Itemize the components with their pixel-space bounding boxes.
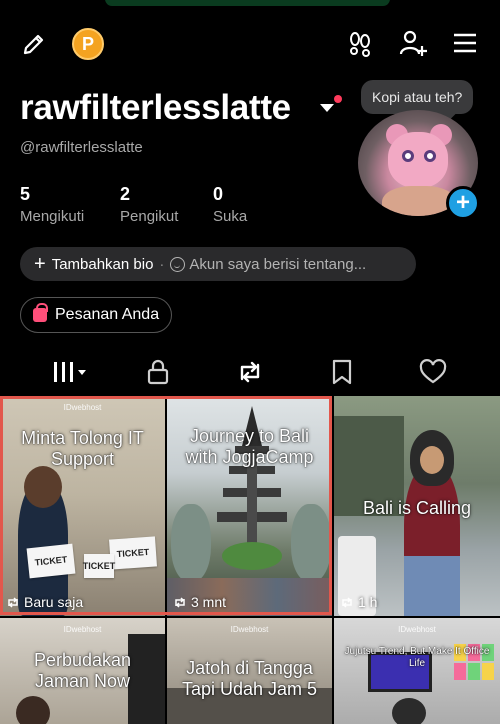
video-views: 1 h — [340, 594, 377, 610]
stat-likes-value: 0 — [213, 184, 224, 204]
brand-logo: IDwebhost — [230, 625, 269, 634]
note-text: Kopi atau teh? — [372, 89, 463, 105]
video-caption: Minta Tolong IT Support — [21, 428, 144, 469]
video-views-label: 1 h — [358, 594, 378, 610]
ticket-sign: TICKET — [83, 554, 115, 578]
video-caption: Journey to Bali with JogjaCamp — [185, 426, 314, 467]
repost-icon — [342, 596, 352, 608]
stat-following-label: Mengikuti — [20, 208, 85, 225]
tab-videos[interactable] — [40, 352, 96, 392]
stat-following[interactable]: 5 Mengikuti — [20, 184, 84, 225]
bio-placeholder: Akun saya berisi tentang... — [189, 255, 367, 273]
username: rawfilterlesslatte — [20, 88, 291, 127]
bookmark-icon — [332, 359, 352, 385]
repost-icon — [175, 596, 185, 608]
video-tile[interactable]: IDwebhost TICKET TICKET TICKET Minta Tol… — [0, 396, 165, 616]
video-caption: Jujutsu Trend, But Make It Office Life — [344, 646, 490, 669]
footprints-icon[interactable] — [345, 29, 375, 59]
add-story-button[interactable]: + — [446, 186, 480, 220]
video-tile[interactable]: Bali is Calling 1 h — [334, 396, 500, 616]
brand-logo: IDwebhost — [63, 625, 102, 634]
add-bio-button[interactable]: + Tambahkan bio · Akun saya berisi tenta… — [20, 247, 416, 281]
video-caption: Jatoh di Tangga Tapi Udah Jam 5 — [181, 658, 318, 699]
points-badge-label: P — [81, 33, 94, 54]
video-tile[interactable]: IDwebhost Jatoh di Tangga Tapi Udah Jam … — [167, 618, 332, 724]
plus-icon: + — [34, 253, 46, 275]
video-views-label: Baru saja — [24, 594, 84, 610]
video-views: Baru saja — [6, 594, 83, 610]
tab-reposts[interactable] — [230, 352, 270, 392]
plus-icon: + — [455, 189, 470, 216]
notification-dot — [334, 95, 342, 103]
video-tile[interactable]: IDwebhost Jujutsu Trend, But Make It Off… — [334, 618, 500, 724]
ticket-sign: TICKET — [26, 543, 76, 579]
stat-following-value: 5 — [20, 184, 31, 204]
repost-icon — [240, 361, 260, 383]
video-views-label: 3 mnt — [191, 594, 227, 610]
ticket-sign: TICKET — [109, 536, 157, 570]
menu-icon[interactable] — [452, 31, 478, 55]
tab-saved[interactable] — [322, 352, 362, 392]
account-switch-caret-icon[interactable] — [320, 104, 334, 112]
note-tooltip[interactable]: Kopi atau teh? — [361, 80, 474, 114]
separator-dot: · — [159, 255, 165, 273]
grid-icon — [54, 362, 86, 382]
stat-likes[interactable]: 0 Suka — [213, 184, 247, 225]
repost-icon — [8, 596, 18, 608]
orders-label: Pesanan Anda — [55, 306, 160, 323]
orders-button[interactable]: Pesanan Anda — [20, 297, 173, 333]
lock-icon — [147, 359, 169, 385]
add-bio-label: Tambahkan bio — [51, 255, 154, 273]
brand-logo: IDwebhost — [63, 403, 102, 412]
stat-likes-label: Suka — [213, 208, 248, 225]
video-views: 3 mnt — [173, 594, 226, 610]
video-tile[interactable]: IDwebhost Perbudakan Jaman Now — [0, 618, 165, 724]
profile-tabs — [0, 352, 500, 392]
points-badge[interactable]: P — [72, 28, 104, 60]
smile-icon — [170, 256, 186, 272]
stat-followers-value: 2 — [120, 184, 131, 204]
stat-followers-label: Pengikut — [120, 208, 179, 225]
video-caption: Perbudakan Jaman Now — [33, 650, 132, 691]
pencil-icon[interactable] — [20, 30, 48, 58]
video-tile[interactable]: Journey to Bali with JogjaCamp 3 mnt — [167, 396, 332, 616]
brand-logo: IDwebhost — [398, 625, 436, 634]
tab-private[interactable] — [138, 352, 178, 392]
status-indicator — [105, 0, 390, 6]
tab-liked[interactable] — [412, 352, 454, 392]
video-caption: Bali is Calling — [362, 498, 472, 518]
shopping-bag-icon — [33, 303, 48, 322]
user-handle: @rawfilterlesslatte — [20, 139, 143, 156]
stat-followers[interactable]: 2 Pengikut — [120, 184, 178, 225]
heart-icon — [419, 359, 447, 384]
add-friend-icon[interactable] — [397, 28, 429, 58]
